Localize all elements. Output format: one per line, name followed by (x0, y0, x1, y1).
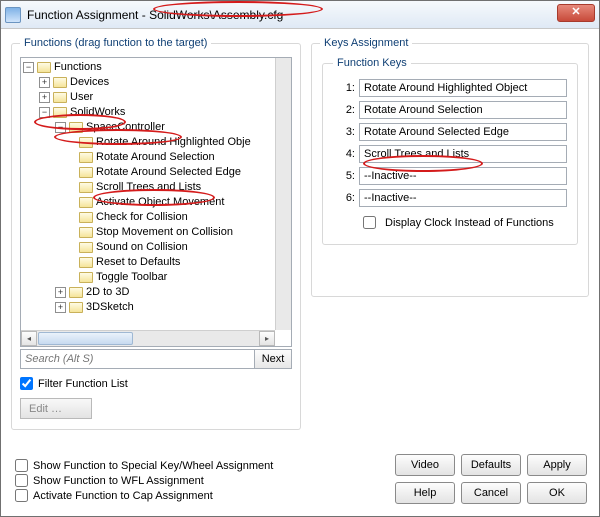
display-clock-checkbox[interactable]: Display Clock Instead of Functions (359, 213, 567, 232)
video-button[interactable]: Video (395, 454, 455, 476)
title-prefix: Function Assignment - (27, 8, 149, 22)
tree-leaf[interactable]: Rotate Around Selection (23, 150, 291, 165)
defaults-button[interactable]: Defaults (461, 454, 521, 476)
expand-icon[interactable]: + (39, 92, 50, 103)
folder-icon (53, 92, 67, 103)
key-value[interactable]: Rotate Around Selected Edge (359, 123, 567, 141)
folder-icon (69, 302, 83, 313)
tree-leaf-scroll-trees[interactable]: Scroll Trees and Lists (23, 180, 291, 195)
scroll-left-icon[interactable]: ◂ (21, 331, 37, 346)
tree-leaf[interactable]: Sound on Collision (23, 240, 291, 255)
filter-function-list-checkbox[interactable]: Filter Function List (20, 377, 292, 390)
tree-vertical-scrollbar[interactable] (275, 58, 291, 330)
folder-icon (79, 257, 93, 268)
folder-icon (79, 242, 93, 253)
collapse-icon[interactable]: − (55, 122, 66, 133)
tree-node-3dsketch[interactable]: +3DSketch (23, 300, 291, 315)
folder-icon (79, 167, 93, 178)
key-label: 2: (333, 104, 355, 116)
folder-icon (79, 272, 93, 283)
expand-icon[interactable]: + (55, 287, 66, 298)
folder-icon (79, 227, 93, 238)
tree-node-user[interactable]: +User (23, 90, 291, 105)
folder-icon (79, 152, 93, 163)
tree-node-spacecontroller[interactable]: −SpaceController (23, 120, 291, 135)
collapse-icon[interactable]: − (23, 62, 34, 73)
scroll-right-icon[interactable]: ▸ (259, 331, 275, 346)
bottom-options: Show Function to Special Key/Wheel Assig… (15, 457, 273, 502)
cancel-button[interactable]: Cancel (461, 482, 521, 504)
key-label: 6: (333, 192, 355, 204)
folder-icon (53, 77, 67, 88)
key-row: 3: Rotate Around Selected Edge (333, 123, 567, 141)
show-special-key-checkbox[interactable]: Show Function to Special Key/Wheel Assig… (15, 459, 273, 472)
expand-icon[interactable]: + (39, 77, 50, 88)
folder-icon (79, 197, 93, 208)
keys-legend: Keys Assignment (320, 37, 412, 49)
folder-icon (69, 287, 83, 298)
tree-leaf[interactable]: Rotate Around Highlighted Obje (23, 135, 291, 150)
app-icon (5, 7, 21, 23)
next-button[interactable]: Next (254, 349, 292, 369)
function-keys-legend: Function Keys (333, 57, 411, 69)
search-input[interactable] (20, 349, 254, 369)
functions-group: Functions (drag function to the target) … (11, 37, 301, 430)
key-label: 5: (333, 170, 355, 182)
tree-node-2dto3d[interactable]: +2D to 3D (23, 285, 291, 300)
help-button[interactable]: Help (395, 482, 455, 504)
apply-button[interactable]: Apply (527, 454, 587, 476)
ok-button[interactable]: OK (527, 482, 587, 504)
folder-icon (37, 62, 51, 73)
key-row: 1: Rotate Around Highlighted Object (333, 79, 567, 97)
functions-legend: Functions (drag function to the target) (20, 37, 211, 49)
scroll-thumb[interactable] (38, 332, 133, 345)
tree-leaf[interactable]: Check for Collision (23, 210, 291, 225)
activate-cap-checkbox[interactable]: Activate Function to Cap Assignment (15, 489, 273, 502)
key-label: 3: (333, 126, 355, 138)
close-button[interactable]: ✕ (557, 4, 595, 22)
edit-button: Edit … (20, 398, 92, 419)
tree-leaf[interactable]: Activate Object Movement (23, 195, 291, 210)
folder-icon (79, 182, 93, 193)
tree-leaf[interactable]: Reset to Defaults (23, 255, 291, 270)
key-row: 6: --Inactive-- (333, 189, 567, 207)
display-clock-input[interactable] (363, 216, 376, 229)
functions-tree[interactable]: −Functions +Devices +User −SolidWorks −S… (20, 57, 292, 347)
tree-leaf[interactable]: Rotate Around Selected Edge (23, 165, 291, 180)
title-path: SolidWorks\Assembly.cfg (149, 8, 283, 22)
key-row: 2: Rotate Around Selection (333, 101, 567, 119)
key-label: 4: (333, 148, 355, 160)
key-value[interactable]: Scroll Trees and Lists (359, 145, 567, 163)
folder-icon (79, 212, 93, 223)
folder-icon (53, 107, 67, 118)
key-label: 1: (333, 82, 355, 94)
function-keys-group: Function Keys 1: Rotate Around Highlighte… (322, 57, 578, 245)
folder-icon (79, 137, 93, 148)
key-row: 5: --Inactive-- (333, 167, 567, 185)
tree-node-functions[interactable]: −Functions (23, 60, 291, 75)
show-wfl-checkbox[interactable]: Show Function to WFL Assignment (15, 474, 273, 487)
tree-node-devices[interactable]: +Devices (23, 75, 291, 90)
close-icon: ✕ (571, 6, 580, 18)
expand-icon[interactable]: + (55, 302, 66, 313)
key-value[interactable]: Rotate Around Highlighted Object (359, 79, 567, 97)
tree-leaf[interactable]: Toggle Toolbar (23, 270, 291, 285)
title-bar: Function Assignment - SolidWorks\Assembl… (1, 1, 599, 29)
keys-assignment-group: Keys Assignment Function Keys 1: Rotate A… (311, 37, 589, 297)
tree-node-solidworks[interactable]: −SolidWorks (23, 105, 291, 120)
tree-horizontal-scrollbar[interactable]: ◂ ▸ (21, 330, 275, 346)
dialog-buttons: Video Defaults Apply Help Cancel OK (395, 454, 587, 504)
key-value[interactable]: --Inactive-- (359, 167, 567, 185)
key-value[interactable]: --Inactive-- (359, 189, 567, 207)
folder-icon (69, 122, 83, 133)
key-row-4: 4: Scroll Trees and Lists (333, 145, 567, 163)
key-value[interactable]: Rotate Around Selection (359, 101, 567, 119)
tree-leaf[interactable]: Stop Movement on Collision (23, 225, 291, 240)
filter-checkbox-input[interactable] (20, 377, 33, 390)
collapse-icon[interactable]: − (39, 107, 50, 118)
